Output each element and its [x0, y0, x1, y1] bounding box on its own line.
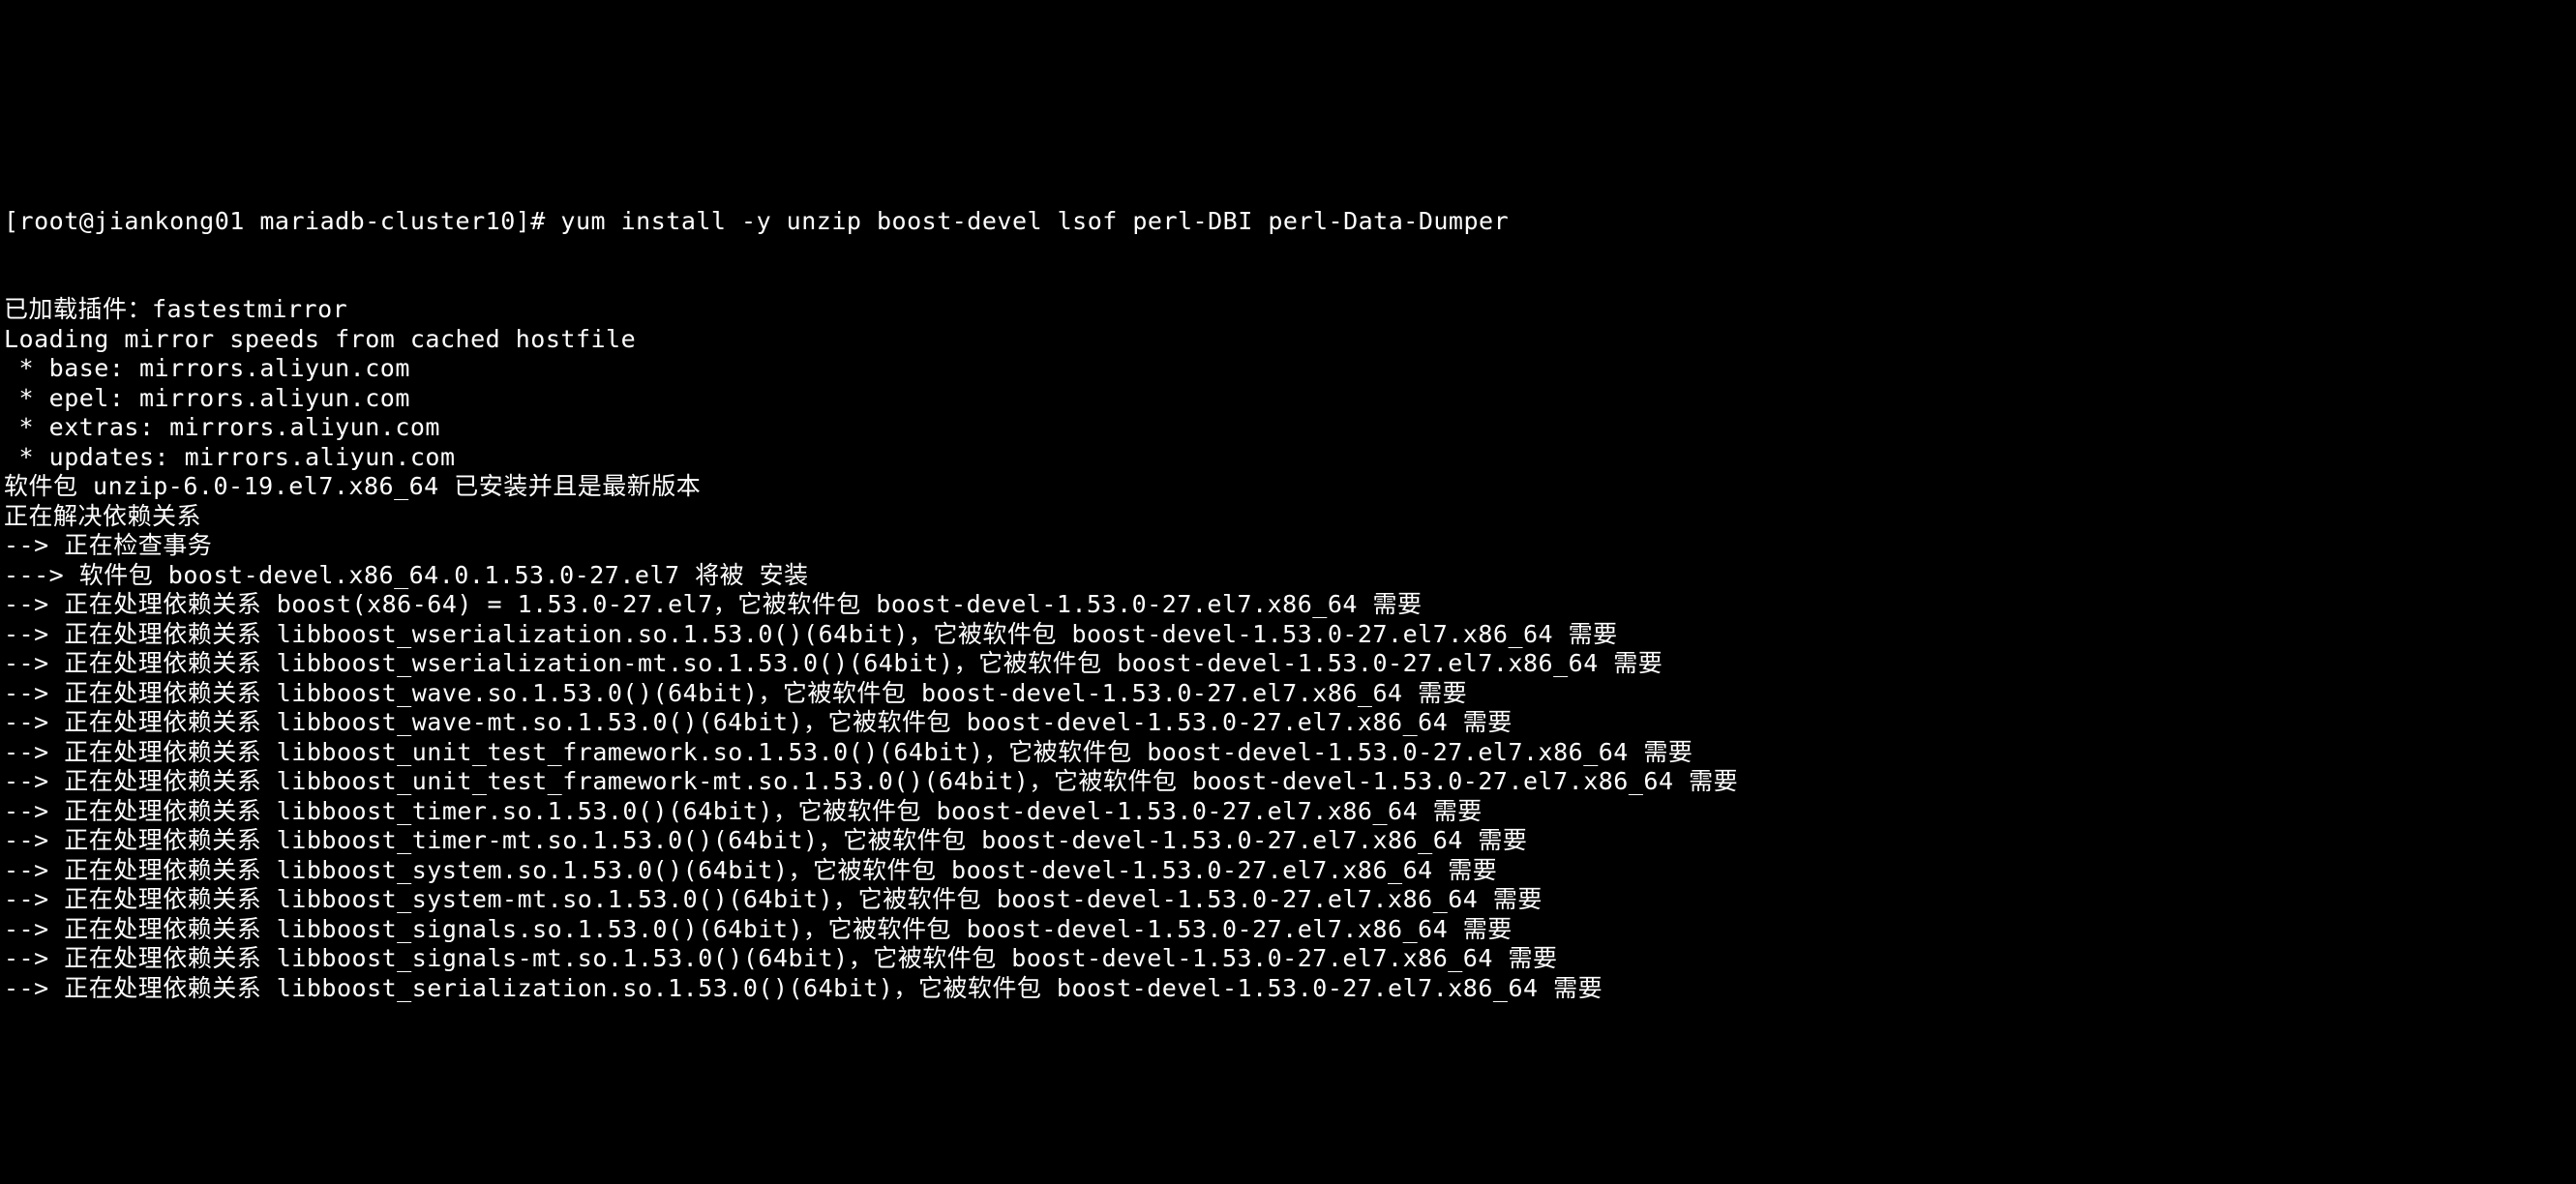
output-line: * updates: mirrors.aliyun.com	[4, 443, 2572, 473]
output-line: --> 正在处理依赖关系 libboost_wave-mt.so.1.53.0(…	[4, 708, 2572, 738]
terminal-output: 已加载插件：fastestmirrorLoading mirror speeds…	[4, 295, 2572, 1003]
output-line: * extras: mirrors.aliyun.com	[4, 413, 2572, 443]
output-line: --> 正在处理依赖关系 libboost_wserialization.so.…	[4, 620, 2572, 650]
output-line: ---> 软件包 boost-devel.x86_64.0.1.53.0-27.…	[4, 561, 2572, 591]
output-line: --> 正在处理依赖关系 libboost_serialization.so.1…	[4, 974, 2572, 1004]
prompt-line: [root@jiankong01 mariadb-cluster10]# yum…	[4, 207, 2572, 237]
output-line: --> 正在处理依赖关系 libboost_wserialization-mt.…	[4, 649, 2572, 679]
output-line: --> 正在处理依赖关系 libboost_signals-mt.so.1.53…	[4, 944, 2572, 974]
shell-prompt: [root@jiankong01 mariadb-cluster10]#	[4, 207, 560, 235]
shell-command: yum install -y unzip boost-devel lsof pe…	[560, 207, 1509, 235]
output-line: * epel: mirrors.aliyun.com	[4, 384, 2572, 414]
output-line: --> 正在处理依赖关系 libboost_system-mt.so.1.53.…	[4, 885, 2572, 915]
output-line: 软件包 unzip-6.0-19.el7.x86_64 已安装并且是最新版本	[4, 472, 2572, 502]
terminal[interactable]: [root@jiankong01 mariadb-cluster10]# yum…	[0, 148, 2576, 1037]
output-line: Loading mirror speeds from cached hostfi…	[4, 325, 2572, 355]
output-line: * base: mirrors.aliyun.com	[4, 354, 2572, 384]
output-line: --> 正在检查事务	[4, 531, 2572, 561]
output-line: --> 正在处理依赖关系 libboost_timer.so.1.53.0()(…	[4, 797, 2572, 827]
output-line: 已加载插件：fastestmirror	[4, 295, 2572, 325]
output-line: --> 正在处理依赖关系 libboost_system.so.1.53.0()…	[4, 856, 2572, 886]
output-line: --> 正在处理依赖关系 libboost_unit_test_framewor…	[4, 738, 2572, 768]
output-line: --> 正在处理依赖关系 boost(x86-64) = 1.53.0-27.e…	[4, 590, 2572, 620]
output-line: --> 正在处理依赖关系 libboost_wave.so.1.53.0()(6…	[4, 679, 2572, 709]
output-line: --> 正在处理依赖关系 libboost_timer-mt.so.1.53.0…	[4, 826, 2572, 856]
output-line: 正在解决依赖关系	[4, 502, 2572, 532]
output-line: --> 正在处理依赖关系 libboost_signals.so.1.53.0(…	[4, 915, 2572, 945]
output-line: --> 正在处理依赖关系 libboost_unit_test_framewor…	[4, 767, 2572, 797]
